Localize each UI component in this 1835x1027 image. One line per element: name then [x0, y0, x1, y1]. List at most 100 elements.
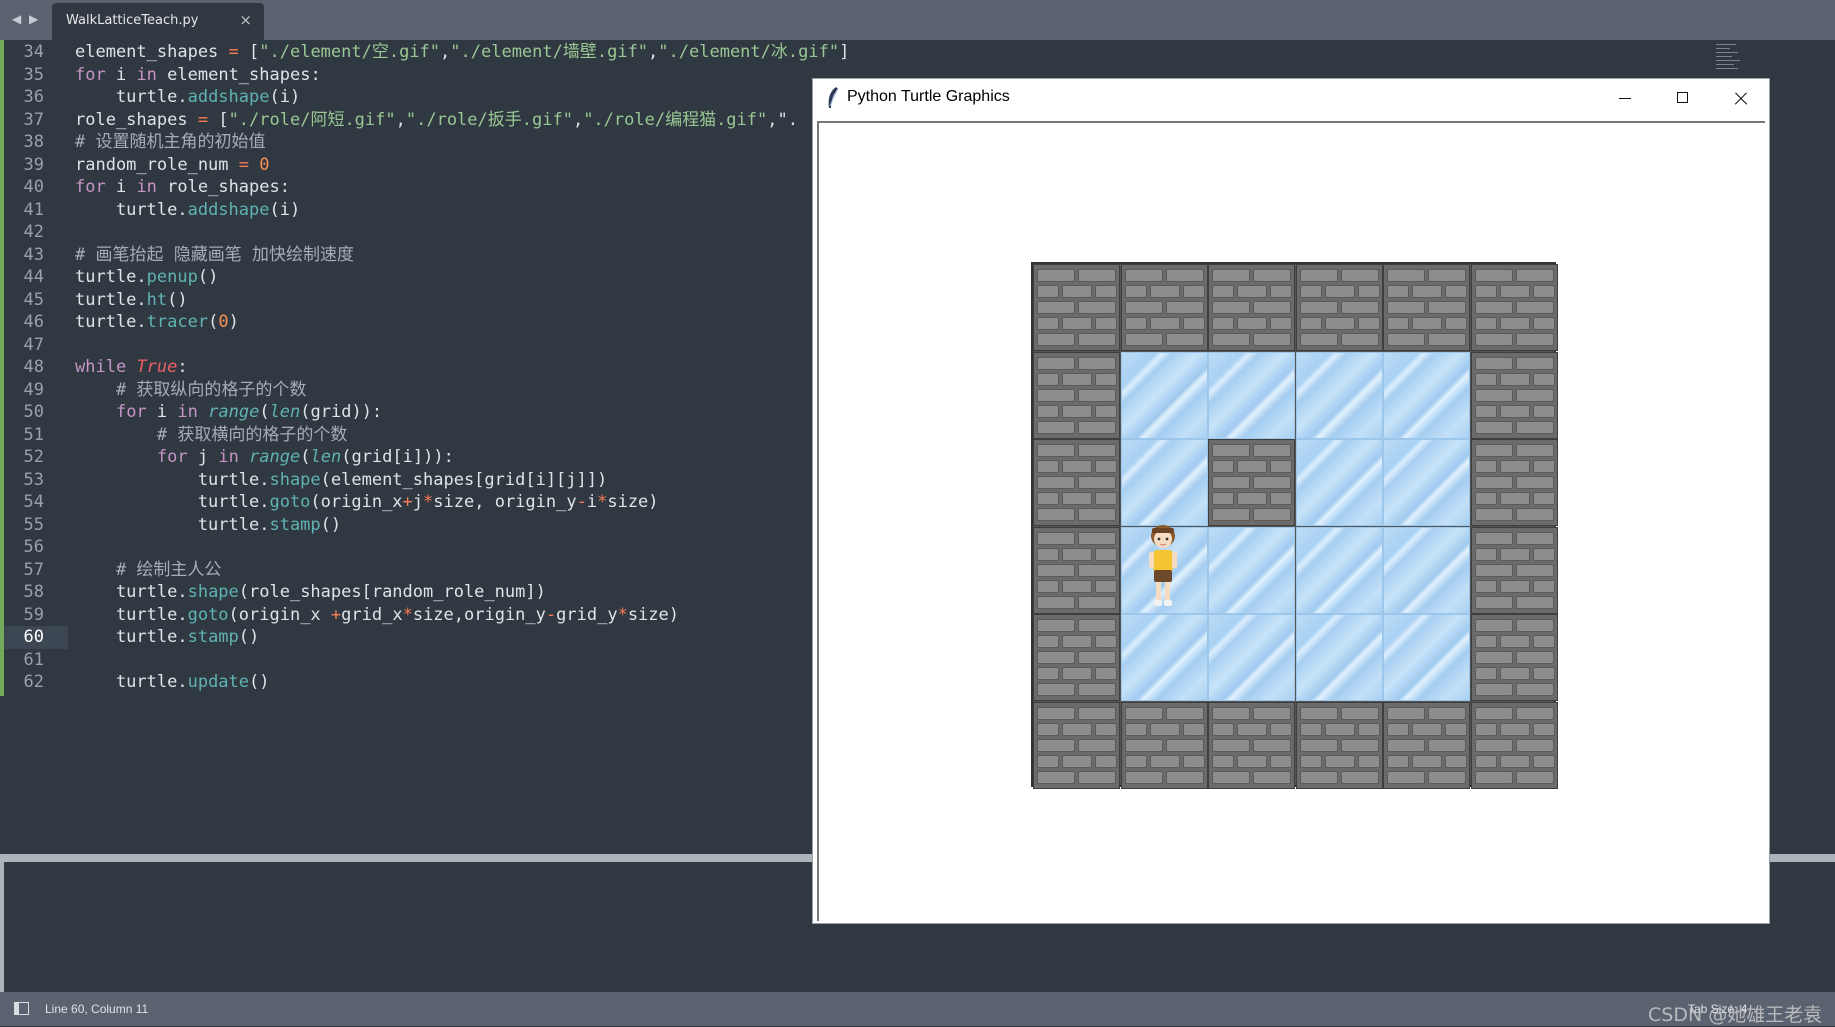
code-token: while: [75, 357, 127, 377]
code-token: turtle.: [75, 87, 188, 107]
status-bar: Line 60, Column 11 Tab Size: 4: [0, 992, 1835, 1026]
back-arrow-icon[interactable]: ◀: [12, 12, 21, 26]
line-number: 34: [23, 42, 44, 62]
tab-label: WalkLatticeTeach.py: [66, 13, 199, 28]
code-token: -: [545, 604, 557, 625]
line-number: 44: [23, 267, 44, 287]
ice-tile: [1120, 439, 1208, 526]
code-line[interactable]: 57 # 绘制主人公: [0, 559, 812, 582]
code-line[interactable]: 44 turtle.penup(): [0, 266, 812, 289]
code-line[interactable]: 55 turtle.stamp(): [0, 514, 812, 537]
code-line[interactable]: 50 for i in range(len(grid)):: [0, 401, 812, 424]
code-line[interactable]: 36 turtle.addshape(i): [0, 86, 812, 109]
code-token: for: [75, 64, 106, 85]
code-text: for i in role_shapes:: [75, 176, 290, 199]
code-text: # 画笔抬起 隐藏画笔 加快绘制速度: [75, 244, 354, 267]
code-token: =: [228, 42, 239, 62]
code-line[interactable]: 62 turtle.update(): [0, 671, 812, 694]
code-line[interactable]: 40 for i in role_shapes:: [0, 176, 812, 199]
code-token: -: [576, 492, 587, 512]
ice-tile: [1383, 614, 1470, 701]
code-token: random_role_num: [75, 154, 239, 175]
minimize-icon[interactable]: [1595, 79, 1653, 119]
code-token: "./role/扳手.gif": [405, 109, 573, 130]
ice-tile: [1295, 614, 1383, 701]
code-token: (): [320, 514, 342, 535]
code-token: j: [187, 447, 219, 467]
code-line[interactable]: 46 turtle.tracer(0): [0, 311, 812, 334]
code-token: ,".: [767, 109, 798, 130]
code-token: ]: [839, 42, 850, 62]
code-token: # 画笔抬起 隐藏画笔 加快绘制速度: [75, 244, 354, 265]
wall-tile: [1470, 614, 1558, 701]
code-line[interactable]: 58 turtle.shape(role_shapes[random_role_…: [0, 581, 812, 604]
code-line[interactable]: 39 random_role_num = 0: [0, 154, 812, 177]
code-line[interactable]: 53 turtle.shape(element_shapes[grid[i][j…: [0, 469, 812, 492]
code-token: [: [238, 42, 260, 62]
ice-tile: [1208, 614, 1295, 701]
code-token: (): [167, 289, 188, 310]
code-token: :: [177, 357, 188, 377]
ice-tile: [1120, 351, 1208, 439]
code-line[interactable]: 60 turtle.stamp(): [0, 626, 812, 649]
wall-tile: [1033, 701, 1120, 789]
code-text: element_shapes = ["./element/空.gif","./e…: [75, 41, 849, 64]
code-token: "./element/空.gif": [259, 42, 441, 62]
code-line[interactable]: 41 turtle.addshape(i): [0, 199, 812, 222]
code-line[interactable]: 38 # 设置随机主角的初始值: [0, 131, 812, 154]
code-text: turtle.shape(role_shapes[random_role_num…: [75, 581, 546, 604]
code-token: "./element/墙壁.gif": [450, 42, 649, 62]
code-token: in: [177, 402, 198, 422]
line-number: 56: [23, 537, 44, 557]
ice-tile: [1383, 526, 1470, 614]
code-line[interactable]: 43 # 画笔抬起 隐藏画笔 加快绘制速度: [0, 244, 812, 267]
code-line[interactable]: 49 # 获取纵向的格子的个数: [0, 379, 812, 402]
code-line[interactable]: 54 turtle.goto(origin_x+j*size, origin_y…: [0, 491, 812, 514]
wall-tile: [1208, 439, 1295, 526]
cursor-position[interactable]: Line 60, Column 11: [45, 1002, 148, 1016]
code-token: [: [208, 109, 229, 130]
code-line[interactable]: 61: [0, 649, 812, 672]
code-line[interactable]: 51 # 获取横向的格子的个数: [0, 424, 812, 447]
code-line[interactable]: 56: [0, 536, 812, 559]
window-titlebar[interactable]: Python Turtle Graphics: [813, 79, 1769, 119]
maximize-icon[interactable]: [1653, 79, 1711, 119]
code-token: stamp: [187, 627, 239, 647]
code-token: 0: [259, 154, 270, 175]
code-line[interactable]: 47: [0, 334, 812, 357]
code-line[interactable]: 37 role_shapes = ["./role/阿短.gif","./role…: [0, 109, 812, 132]
code-token: # 获取横向的格子的个数: [156, 424, 348, 445]
close-icon[interactable]: [1711, 79, 1769, 119]
code-line[interactable]: 59 turtle.goto(origin_x +grid_x*size,ori…: [0, 604, 812, 627]
hero-character: [1149, 525, 1177, 606]
code-line[interactable]: 35 for i in element_shapes:: [0, 64, 812, 87]
code-token: element_shapes: [75, 42, 229, 62]
panel-toggle-icon[interactable]: [14, 1002, 29, 1015]
code-token: grid_x: [341, 604, 403, 625]
code-line[interactable]: 52 for j in range(len(grid[i])):: [0, 446, 812, 469]
code-line[interactable]: 45 turtle.ht(): [0, 289, 812, 312]
wall-tile: [1120, 264, 1208, 351]
line-number: 48: [23, 357, 44, 377]
wall-tile: [1120, 701, 1208, 789]
wall-tile: [1470, 351, 1558, 439]
code-line[interactable]: 42: [0, 221, 812, 244]
code-token: ,: [440, 42, 451, 62]
code-token: 0: [218, 312, 229, 332]
code-token: "./role/编程猫.gif": [583, 109, 768, 130]
code-token: size): [627, 604, 679, 625]
line-number: 59: [23, 604, 44, 625]
wall-tile: [1033, 264, 1120, 351]
code-line[interactable]: 34 element_shapes = ["./element/空.gif",".…: [0, 41, 850, 64]
forward-arrow-icon[interactable]: ▶: [29, 12, 38, 26]
tab-walklatticeteach[interactable]: WalkLatticeTeach.py ×: [52, 3, 264, 40]
code-line[interactable]: 48 while True:: [0, 356, 812, 379]
lattice-grid: [1031, 262, 1558, 789]
ice-tile: [1120, 614, 1208, 701]
tab-close-icon[interactable]: ×: [239, 11, 252, 29]
code-token: i: [586, 492, 598, 512]
code-token: range: [249, 447, 301, 467]
